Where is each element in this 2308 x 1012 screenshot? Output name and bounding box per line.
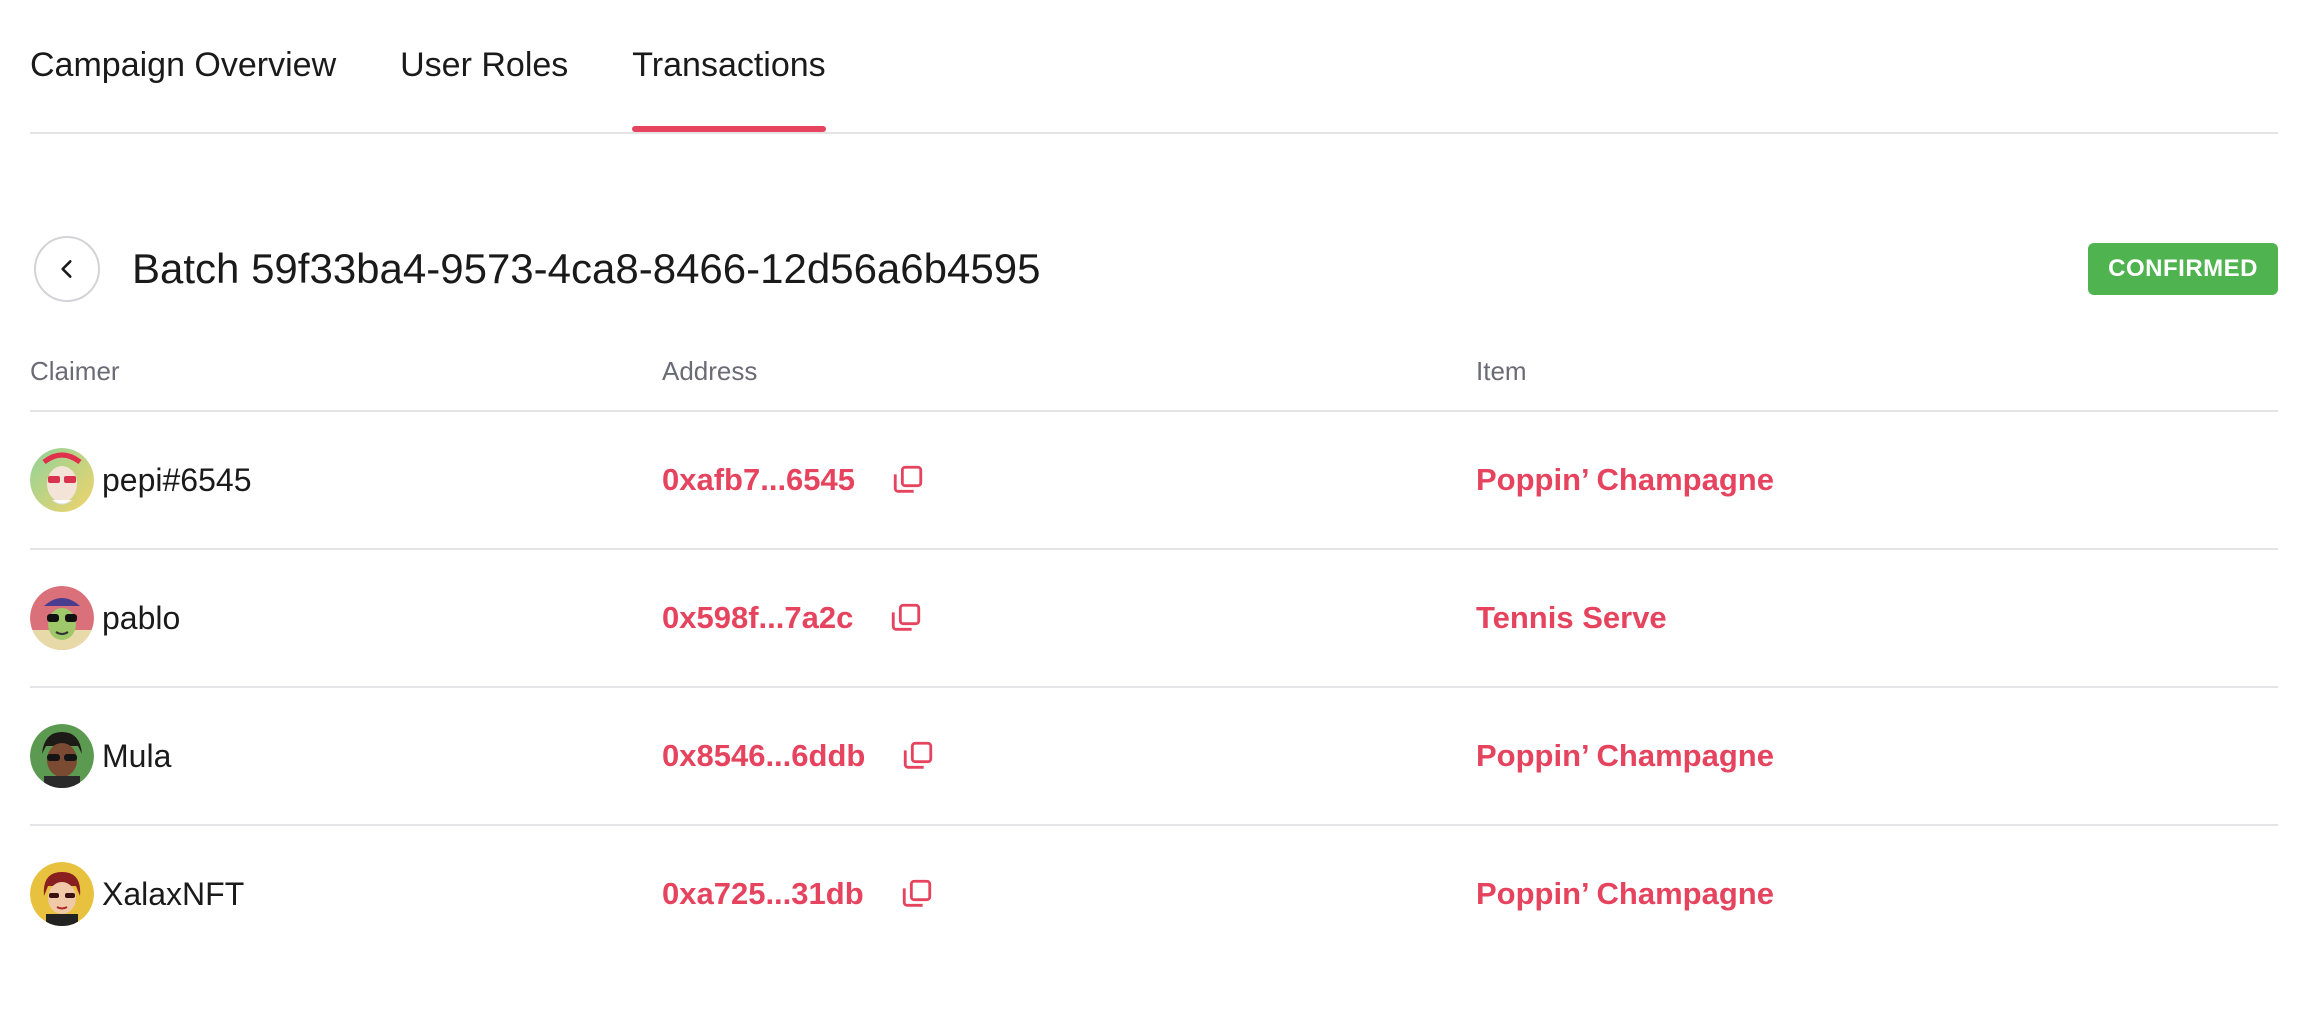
column-header-item: Item [1476,356,1527,386]
address-cell: 0xa725...31db [662,876,934,912]
address-link[interactable]: 0x598f...7a2c [662,600,853,636]
claimer-cell: pepi#6545 [30,448,251,512]
address-link[interactable]: 0xa725...31db [662,876,864,912]
column-header-address: Address [662,356,758,386]
column-header-claimer: Claimer [30,356,120,386]
status-badge: CONFIRMED [2088,243,2278,295]
address-link[interactable]: 0x8546...6ddb [662,738,865,774]
claimer-cell: pablo [30,586,180,650]
pepi-avatar-icon [30,448,94,512]
address-link[interactable]: 0xafb7...6545 [662,462,855,498]
table-row: pablo 0x598f...7a2c Tennis Serve [30,550,2278,688]
item-link[interactable]: Poppin’ Champagne [1476,738,1774,773]
item-cell: Tennis Serve [1476,600,1667,636]
address-cell: 0x8546...6ddb [662,738,935,774]
mula-avatar-icon [30,724,94,788]
tab-transactions[interactable]: Transactions [632,0,827,132]
address-cell: 0xafb7...6545 [662,462,925,498]
item-cell: Poppin’ Champagne [1476,462,1774,498]
copy-icon[interactable] [900,877,934,911]
claimer-name: pablo [102,599,181,636]
claimer-cell: Mula [30,724,171,788]
item-link[interactable]: Tennis Serve [1476,600,1667,635]
transactions-page: Campaign Overview User Roles Transaction… [0,0,2308,1012]
tab-campaign-overview[interactable]: Campaign Overview [30,0,336,85]
chevron-left-icon [61,260,72,278]
pablo-avatar-icon [30,586,94,650]
item-link[interactable]: Poppin’ Champagne [1476,462,1774,497]
back-button[interactable] [34,236,100,302]
item-link[interactable]: Poppin’ Champagne [1476,876,1774,911]
copy-icon[interactable] [901,739,935,773]
table-row: pepi#6545 0xafb7...6545 Poppin’ Champagn… [30,412,2278,550]
copy-icon[interactable] [889,601,923,635]
page-title: Batch 59f33ba4-9573-4ca8-8466-12d56a6b45… [132,245,1041,292]
item-cell: Poppin’ Champagne [1476,876,1774,912]
item-cell: Poppin’ Champagne [1476,738,1774,774]
tab-user-roles[interactable]: User Roles [400,0,568,85]
batch-header: Batch 59f33ba4-9573-4ca8-8466-12d56a6b45… [30,234,2278,304]
table-row: Mula 0x8546...6ddb Poppin’ Champagne [30,688,2278,826]
table-header: Claimer Address Item [30,352,2278,412]
claimer-name: pepi#6545 [102,461,252,498]
table-row: XalaxNFT 0xa725...31db Poppin’ Champagne [30,826,2278,962]
xalax-avatar-icon [30,862,94,926]
claimer-name: XalaxNFT [102,875,245,912]
claimer-cell: XalaxNFT [30,862,244,926]
tab-bar: Campaign Overview User Roles Transaction… [30,0,2278,134]
address-cell: 0x598f...7a2c [662,600,923,636]
transactions-table: Claimer Address Item pepi#6545 0xafb7...… [30,352,2278,962]
copy-icon[interactable] [891,463,925,497]
claimer-name: Mula [102,737,172,774]
